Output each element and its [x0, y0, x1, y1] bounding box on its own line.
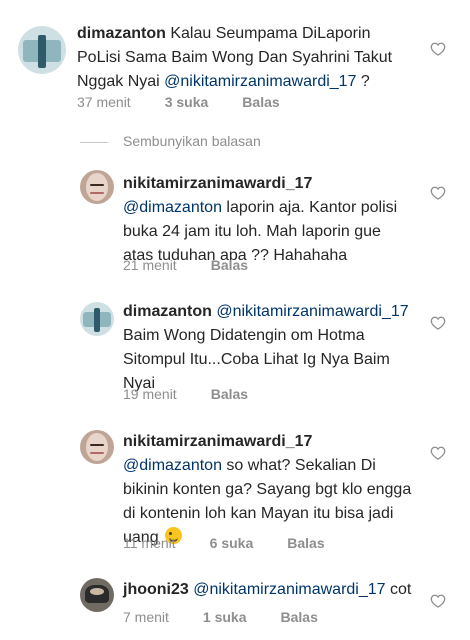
- likes-count[interactable]: 1 suka: [203, 609, 247, 625]
- comment-text: jhooni23 @nikitamirzanimawardi_17 cot: [123, 578, 423, 602]
- comment-meta: 7 menit 1 suka Balas: [123, 609, 352, 625]
- comment-text: dimazanton @nikitamirzanimawardi_17 Baim…: [123, 300, 423, 396]
- avatar[interactable]: [80, 578, 114, 612]
- username[interactable]: jhooni23: [123, 581, 189, 598]
- comment-text: nikitamirzanimawardi_17 @dimazanton so w…: [123, 430, 413, 550]
- reply-button[interactable]: Balas: [211, 257, 248, 273]
- heart-outline-icon[interactable]: [430, 186, 446, 200]
- username[interactable]: dimazanton: [123, 303, 212, 320]
- mention[interactable]: @nikitamirzanimawardi_17: [164, 73, 356, 90]
- likes-count[interactable]: 3 suka: [165, 94, 209, 110]
- comment-body: cot: [385, 581, 412, 598]
- mention[interactable]: @dimazanton: [123, 199, 222, 216]
- comment-meta: 19 menit Balas: [123, 386, 282, 402]
- heart-outline-icon[interactable]: [430, 446, 446, 460]
- avatar[interactable]: [80, 430, 114, 464]
- divider-line: [80, 142, 108, 143]
- comment-body: Baim Wong Didatengin om Hotma Sitompul I…: [123, 327, 390, 392]
- comment-meta: 21 menit Balas: [123, 257, 282, 273]
- timestamp: 37 menit: [77, 94, 131, 110]
- comment-text: nikitamirzanimawardi_17 @dimazanton lapo…: [123, 172, 413, 268]
- heart-outline-icon[interactable]: [430, 42, 446, 56]
- timestamp: 21 menit: [123, 257, 177, 273]
- mention[interactable]: @nikitamirzanimawardi_17: [216, 303, 408, 320]
- timestamp: 7 menit: [123, 609, 169, 625]
- timestamp: 19 menit: [123, 386, 177, 402]
- reply-button[interactable]: Balas: [242, 94, 279, 110]
- heart-outline-icon[interactable]: [430, 316, 446, 330]
- comment-suffix: ?: [356, 73, 370, 90]
- comment-meta: 11 menit 6 suka Balas: [123, 535, 359, 551]
- username[interactable]: nikitamirzanimawardi_17: [123, 433, 312, 450]
- avatar[interactable]: [80, 170, 114, 204]
- reply-button[interactable]: Balas: [281, 609, 318, 625]
- avatar[interactable]: [80, 302, 114, 336]
- heart-outline-icon[interactable]: [430, 594, 446, 608]
- likes-count[interactable]: 6 suka: [210, 535, 254, 551]
- username[interactable]: nikitamirzanimawardi_17: [123, 175, 312, 192]
- username[interactable]: dimazanton: [77, 25, 166, 42]
- comment-meta: 37 menit 3 suka Balas: [77, 94, 314, 110]
- hide-replies-button[interactable]: Sembunyikan balasan: [123, 133, 261, 153]
- mention[interactable]: @nikitamirzanimawardi_17: [193, 581, 385, 598]
- reply-button[interactable]: Balas: [211, 386, 248, 402]
- reply-button[interactable]: Balas: [287, 535, 324, 551]
- timestamp: 11 menit: [123, 535, 176, 551]
- mention[interactable]: @dimazanton: [123, 457, 222, 474]
- comment-text: dimazanton Kalau Seumpama DiLaporin PoLi…: [77, 22, 407, 94]
- avatar[interactable]: [18, 26, 66, 74]
